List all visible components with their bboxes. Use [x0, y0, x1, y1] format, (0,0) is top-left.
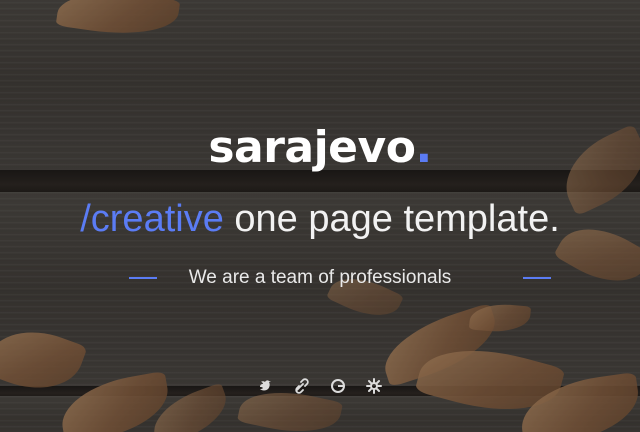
- link-icon[interactable]: [291, 374, 313, 396]
- tagline-rest: one page template.: [223, 198, 560, 240]
- social-links: [0, 374, 640, 398]
- hero-subline-row: We are a team of professionals: [0, 262, 640, 294]
- tagline-accent: /creative: [80, 198, 224, 240]
- divider-right: [523, 277, 551, 279]
- bird-icon[interactable]: [255, 374, 277, 396]
- site-logo[interactable]: sarajevo.: [0, 118, 640, 178]
- gear-icon[interactable]: [363, 374, 385, 396]
- brand-name: sarajevo: [208, 122, 416, 173]
- brand-dot: .: [415, 122, 432, 173]
- hero-tagline: /creative one page template.: [0, 192, 640, 246]
- github-icon[interactable]: [327, 374, 349, 396]
